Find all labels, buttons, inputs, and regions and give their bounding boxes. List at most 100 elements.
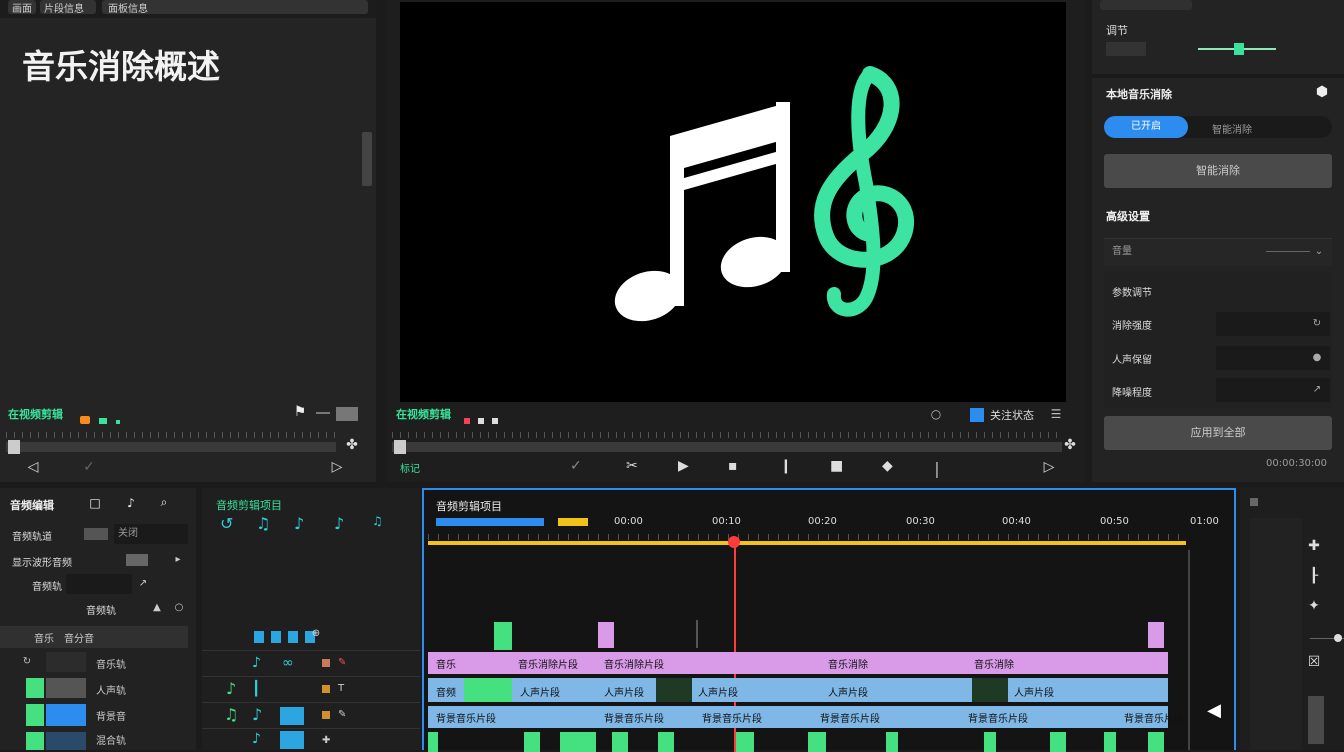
header-note-icon-4[interactable]: ♪	[252, 731, 261, 747]
trim-icon[interactable]: ❙	[780, 458, 792, 474]
location-pin-icon[interactable]: ⚑	[292, 404, 308, 420]
chevron-down-icon[interactable]: ⌄	[1312, 244, 1326, 258]
clip-vocal-2[interactable]: 人声片段	[516, 682, 564, 701]
wave-bar	[808, 732, 826, 752]
section-settings-icon[interactable]: ⬢	[1314, 84, 1330, 100]
tab-3[interactable]: 面板信息	[102, 0, 368, 15]
right-top-slider-knob[interactable]	[1234, 43, 1244, 55]
header-note-icon-3[interactable]: ♫	[224, 705, 238, 724]
right-top-field[interactable]	[1100, 0, 1192, 10]
row-arrow-icon[interactable]: ▸	[172, 552, 184, 566]
apply-button[interactable]: 应用到全部	[1104, 416, 1332, 450]
play-icon[interactable]: ▶	[678, 458, 689, 474]
marker-icon[interactable]: ✓	[570, 458, 582, 474]
right-top-mini[interactable]	[1106, 42, 1146, 56]
row-field-3[interactable]	[66, 574, 132, 594]
left-scrollbar[interactable]	[362, 132, 372, 186]
zoom-slider-knob[interactable]	[1334, 634, 1342, 642]
toggle-on-button[interactable]: 已开启	[1104, 116, 1188, 138]
row-field-1[interactable]: 关闭	[114, 524, 188, 544]
clip-bg-5[interactable]: 背景音乐片段	[964, 708, 1032, 727]
clip-vocal-6[interactable]: 人声片段	[1010, 682, 1058, 701]
row-box-2[interactable]	[126, 554, 148, 566]
clip-music-4[interactable]: 音乐消除	[824, 654, 872, 673]
header-note-icon-3b[interactable]: ♪	[252, 705, 262, 724]
left-footer-box[interactable]	[336, 407, 358, 421]
left-footer-slider[interactable]	[316, 412, 330, 414]
track-header-2: ♪ ┃ T	[202, 676, 420, 702]
tab-1[interactable]: 画面	[8, 0, 36, 15]
header-note-icon-1[interactable]: ♪	[252, 655, 261, 671]
viewer-mini-icons	[464, 409, 504, 424]
left-check-icon[interactable]: ✓	[80, 458, 98, 476]
viewer-scrub-bar[interactable]	[392, 442, 1062, 452]
viewer-scrub-handle[interactable]	[394, 440, 406, 454]
search-icon[interactable]: ⌕	[156, 494, 172, 510]
param-icon-1[interactable]: ↻	[1310, 316, 1324, 330]
brush-icon[interactable]: ▲	[150, 600, 164, 614]
timeline-add-icon[interactable]: ⊕	[310, 626, 322, 640]
viewer-zoom-icon[interactable]: ○	[928, 406, 944, 422]
clip-bg-1[interactable]: 背景音乐片段	[432, 708, 500, 727]
chat-icon[interactable]: ○	[172, 600, 186, 614]
loop-icon[interactable]: ↺	[220, 514, 233, 533]
viewer-next-icon[interactable]: ▷	[1040, 458, 1058, 476]
clip-music-2[interactable]: 音乐消除片段	[514, 654, 582, 673]
clip-bg-4[interactable]: 背景音乐片段	[816, 708, 884, 727]
clip-bg-2[interactable]: 背景音乐片段	[600, 708, 668, 727]
track-endline	[1188, 550, 1190, 750]
row-box-1[interactable]	[84, 528, 108, 540]
trash-icon[interactable]: ☒	[1306, 654, 1322, 670]
note-icon-4[interactable]: ♫	[372, 514, 383, 528]
crop-icon[interactable]: ■	[830, 458, 843, 474]
wave-bar	[1148, 732, 1164, 752]
add-track-icon[interactable]: ✚	[1306, 538, 1322, 554]
note-icon-2[interactable]: ♪	[294, 514, 304, 533]
wave-bar	[428, 732, 438, 752]
tab-2[interactable]: 片段信息	[40, 0, 96, 15]
clip-vocal-1[interactable]: 音频	[432, 682, 460, 701]
viewer-status-check[interactable]	[970, 408, 984, 422]
note-icon-1[interactable]: ♫	[256, 514, 270, 533]
header-note-icon-2[interactable]: ♪	[226, 679, 236, 698]
row-label-3: 音频轨	[32, 582, 62, 593]
speed-icon[interactable]: ◆	[882, 458, 893, 474]
param-title: 参数调节	[1112, 288, 1152, 299]
action-button[interactable]: 智能消除	[1104, 154, 1332, 188]
clip-bg-3[interactable]: 背景音乐片段	[698, 708, 766, 727]
viewer-settings-icon[interactable]: ✤	[1060, 436, 1080, 454]
header-link-icon-1[interactable]: ∞	[282, 655, 294, 671]
clip-music-1[interactable]: 音乐	[432, 654, 460, 673]
clip-vocal-3[interactable]: 人声片段	[600, 682, 648, 701]
dropdown-select[interactable]: 音量	[1104, 238, 1332, 266]
playhead-handle[interactable]	[728, 536, 740, 548]
toggle-off-button[interactable]: 智能消除	[1212, 121, 1252, 136]
note-icon-3[interactable]: ♪	[334, 514, 344, 533]
vertical-scrollbar[interactable]	[1308, 696, 1324, 744]
track-1-icon[interactable]: ↻	[20, 654, 34, 668]
cut-icon[interactable]: ✂	[626, 458, 638, 474]
arrow-left-icon[interactable]: ◀	[1204, 700, 1224, 721]
param-icon-2[interactable]: ●	[1310, 350, 1324, 364]
left-settings-icon[interactable]: ✤	[342, 436, 362, 454]
param-icon-3[interactable]: ↗	[1310, 382, 1324, 396]
clip-vocal-4[interactable]: 人声片段	[694, 682, 742, 701]
header-bar-icon-2[interactable]: ┃	[252, 681, 260, 697]
clip-music-3[interactable]: 音乐消除片段	[600, 654, 668, 673]
link-icon[interactable]: ↗	[136, 576, 150, 590]
viewer-menu-icon[interactable]: ☰	[1046, 406, 1066, 422]
left-scrub-handle[interactable]	[8, 440, 20, 454]
clip-music-5[interactable]: 音乐消除	[970, 654, 1018, 673]
timeline-range-bar[interactable]	[428, 541, 1186, 545]
left-prev-icon[interactable]: ◁	[24, 458, 42, 476]
split-icon[interactable]: ▪	[728, 458, 738, 474]
clip-vocal-5[interactable]: 人声片段	[824, 682, 872, 701]
music-icon[interactable]: ♪	[124, 496, 138, 510]
left-next-icon[interactable]: ▷	[328, 458, 346, 476]
clip-bg-6[interactable]: 背景音乐片段	[1120, 708, 1188, 727]
split-track-icon[interactable]: ┠	[1306, 568, 1322, 584]
left-scrub-bar[interactable]	[6, 442, 336, 452]
pin-icon[interactable]: ✦	[1306, 598, 1322, 614]
viewer-footer-status: 关注状态	[990, 409, 1034, 422]
square-icon[interactable]: □	[88, 496, 102, 510]
